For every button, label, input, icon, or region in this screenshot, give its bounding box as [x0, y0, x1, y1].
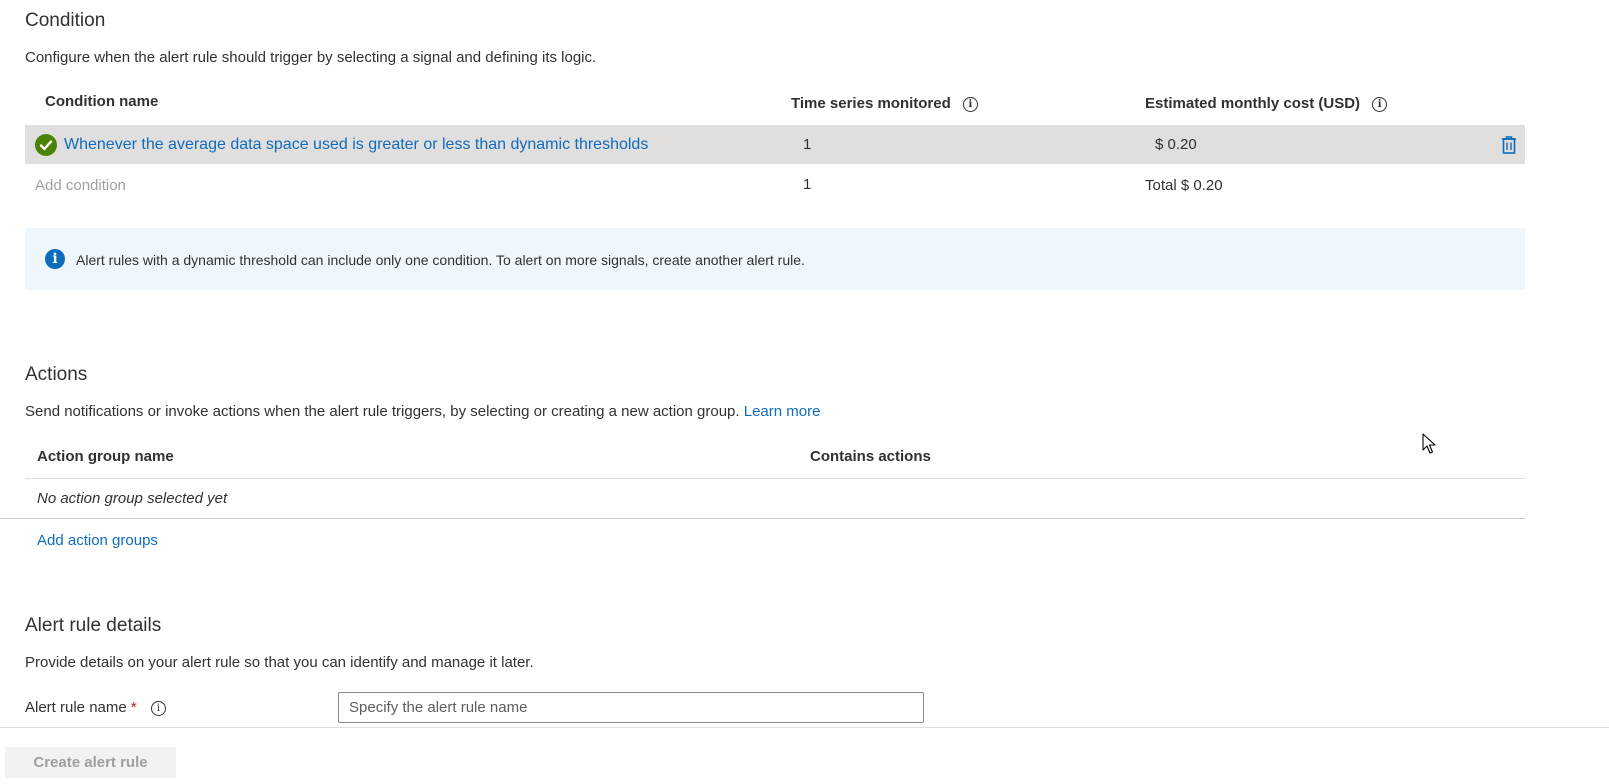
cost-info-icon[interactable]: i [1372, 96, 1388, 112]
alert-rule-name-label-text: Alert rule name [25, 699, 127, 716]
actions-description-text: Send notifications or invoke actions whe… [25, 403, 740, 420]
total-cost-value: Total $ 0.20 [1145, 177, 1223, 194]
trash-icon[interactable] [1498, 134, 1520, 156]
mouse-pointer-icon [1422, 433, 1436, 455]
condition-description: Configure when the alert rule should tri… [25, 49, 597, 66]
info-message: Alert rules with a dynamic threshold can… [76, 252, 805, 268]
details-description: Provide details on your alert rule so th… [25, 654, 534, 671]
time-series-header-label: Time series monitored [791, 95, 951, 112]
actions-description: Send notifications or invoke actions whe… [25, 403, 820, 420]
info-icon: i [45, 249, 65, 269]
condition-name-header: Condition name [45, 93, 159, 110]
details-section-title: Alert rule details [25, 615, 162, 636]
actions-header-divider [25, 478, 1525, 479]
check-circle-icon [35, 134, 57, 156]
action-group-name-header: Action group name [37, 448, 174, 465]
cost-header-label: Estimated monthly cost (USD) [1145, 95, 1361, 112]
cost-header: Estimated monthly cost (USD) i [1145, 95, 1388, 112]
time-series-header: Time series monitored i [791, 95, 978, 112]
learn-more-link[interactable]: Learn more [744, 403, 821, 420]
condition-time-series-value: 1 [803, 136, 812, 153]
condition-name-link[interactable]: Whenever the average data space used is … [64, 136, 648, 154]
no-action-group-text: No action group selected yet [37, 490, 228, 507]
alert-rule-name-label: Alert rule name * i [25, 699, 166, 716]
required-asterisk: * [130, 699, 137, 716]
add-action-groups-link[interactable]: Add action groups [37, 532, 158, 549]
condition-cost-value: $ 0.20 [1155, 136, 1197, 153]
condition-section-title: Condition [25, 10, 106, 31]
time-series-info-icon[interactable]: i [962, 96, 978, 112]
alert-rule-name-input[interactable] [338, 692, 924, 723]
add-condition-button[interactable]: Add condition [35, 177, 126, 194]
create-alert-rule-button[interactable]: Create alert rule [5, 747, 176, 778]
total-time-series-value: 1 [803, 176, 812, 193]
contains-actions-header: Contains actions [810, 448, 931, 465]
actions-section-title: Actions [25, 364, 88, 385]
footer-divider [0, 727, 1609, 728]
actions-row-divider [0, 518, 1525, 519]
alert-rule-name-info-icon[interactable]: i [150, 700, 166, 716]
